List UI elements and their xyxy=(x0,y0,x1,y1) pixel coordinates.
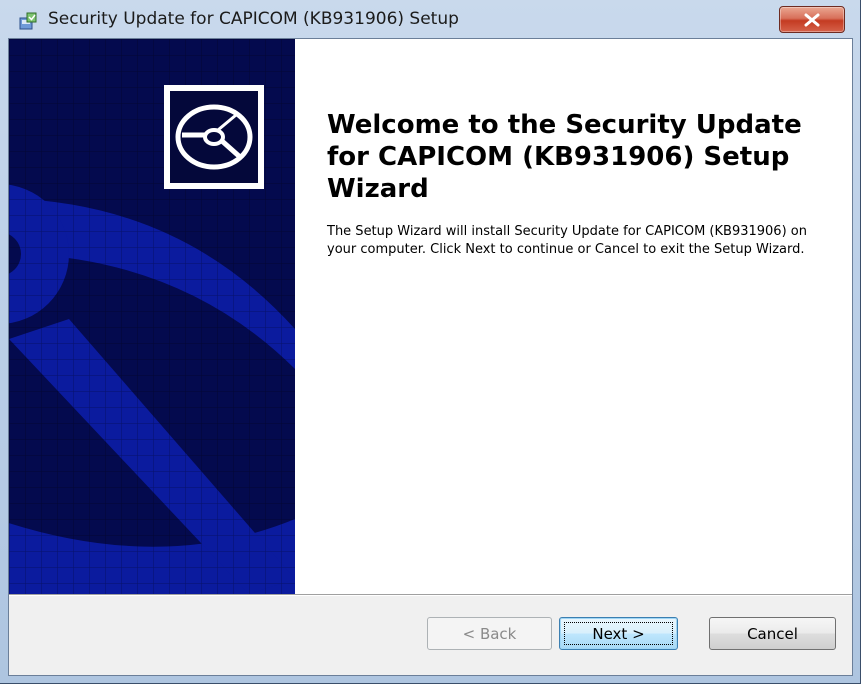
close-x-icon xyxy=(804,13,820,27)
wizard-banner xyxy=(9,39,295,594)
cancel-button-label: Cancel xyxy=(747,624,798,643)
wizard-client-area: Welcome to the Security Update for CAPIC… xyxy=(8,38,853,676)
setup-wizard-window: Security Update for CAPICOM (KB931906) S… xyxy=(0,0,861,684)
cd-disc-icon xyxy=(175,104,253,170)
window-title: Security Update for CAPICOM (KB931906) S… xyxy=(48,9,459,29)
installer-icon xyxy=(19,12,37,30)
wizard-heading: Welcome to the Security Update for CAPIC… xyxy=(327,110,802,204)
cancel-button[interactable]: Cancel xyxy=(709,617,836,650)
wizard-description: The Setup Wizard will install Security U… xyxy=(327,224,807,257)
next-button[interactable]: Next > xyxy=(559,617,678,650)
close-button[interactable] xyxy=(779,6,845,33)
back-button[interactable]: < Back xyxy=(427,617,552,650)
cd-disc-icon-frame xyxy=(164,85,264,189)
title-bar[interactable]: Security Update for CAPICOM (KB931906) S… xyxy=(0,0,861,38)
next-button-label: Next > xyxy=(592,624,645,643)
wizard-content: Welcome to the Security Update for CAPIC… xyxy=(295,39,852,594)
footer-separator xyxy=(9,594,852,596)
back-button-label: < Back xyxy=(462,624,517,643)
